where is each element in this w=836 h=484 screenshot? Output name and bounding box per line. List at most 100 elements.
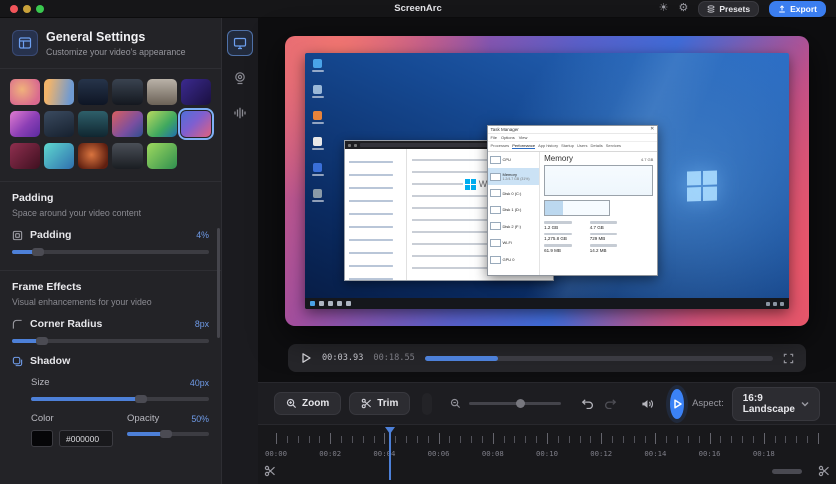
wallpaper-thumb-8[interactable] [44, 111, 74, 137]
trim-tool-button[interactable]: Trim [349, 392, 410, 415]
playhead[interactable] [389, 428, 391, 480]
wallpaper-thumb-13[interactable] [10, 143, 40, 169]
play-icon [671, 398, 683, 410]
padding-slider-thumb[interactable] [32, 248, 44, 256]
sidebar-scrollbar[interactable] [217, 228, 220, 338]
minimize-window-button[interactable] [23, 5, 31, 13]
padding-section-subtitle: Space around your video content [12, 208, 209, 218]
timeline-tick [590, 436, 591, 443]
video-frame-wallpaper[interactable]: Win Task Manager ✕ FileOptionsVie [285, 36, 809, 326]
desktop-icon [312, 163, 323, 176]
main-play-button[interactable] [670, 389, 684, 419]
timeline-tick [493, 433, 494, 444]
task-manager-panel: Memory 4.7 GB 1.2 GB4.7 GB1,275.8 GB729 … [540, 152, 657, 275]
timeline-tick [504, 436, 505, 443]
padding-slider[interactable] [12, 250, 209, 254]
wallpaper-thumb-10[interactable] [112, 111, 142, 137]
shadow-color-swatch[interactable] [31, 430, 53, 447]
shadow-size-slider-thumb[interactable] [135, 395, 147, 403]
task-manager-menubar: FileOptionsView [488, 134, 658, 142]
shadow-size-slider[interactable] [31, 397, 209, 401]
timeline-scroll-thumb[interactable] [772, 469, 802, 474]
task-manager-tab: Startup [561, 143, 574, 149]
wallpaper-thumb-1[interactable] [10, 79, 40, 105]
timeline-time-label: 00:14 [644, 449, 666, 458]
timeline-tick [482, 436, 483, 443]
aspect-ratio-dropdown[interactable]: 16:9 Landscape [732, 387, 820, 421]
timeline-tick [309, 436, 310, 443]
desktop-icon [312, 111, 323, 124]
memory-stat-label-bar [590, 244, 618, 247]
zoom-tool-button[interactable]: Zoom [274, 392, 341, 415]
timeline-time-label: 00:06 [428, 449, 450, 458]
desktop-icon [312, 189, 323, 202]
wallpaper-thumb-16[interactable] [112, 143, 142, 169]
mini-graph [490, 173, 501, 181]
rail-webcam-button[interactable] [227, 65, 253, 91]
wallpaper-thumb-4[interactable] [112, 79, 142, 105]
export-button[interactable]: Export [769, 1, 826, 17]
undo-icon[interactable] [581, 398, 594, 409]
trim-start-scissors-icon[interactable] [264, 465, 276, 477]
theme-sun-icon[interactable]: ☀ [659, 3, 669, 14]
trim-end-scissors-icon[interactable] [818, 465, 830, 477]
task-manager-item-text: CPU [503, 157, 511, 162]
timeline-tick [731, 436, 732, 443]
taskbar-icon [328, 301, 333, 306]
close-window-button[interactable] [10, 5, 18, 13]
fullscreen-icon[interactable] [783, 353, 794, 364]
timeline-tick [428, 436, 429, 443]
window-controls[interactable] [10, 5, 44, 13]
timeline-tick [406, 436, 407, 443]
presets-button[interactable]: Presets [698, 1, 759, 17]
wallpaper-thumb-14[interactable] [44, 143, 74, 169]
timeline-zoom-slider-thumb[interactable] [516, 399, 525, 408]
wallpaper-thumb-5[interactable] [147, 79, 177, 105]
wallpaper-thumb-3[interactable] [78, 79, 108, 105]
wallpaper-thumb-6[interactable] [181, 79, 211, 105]
corner-radius-slider-thumb[interactable] [36, 337, 48, 345]
timeline-tick [655, 433, 656, 444]
shadow-opacity-value: 50% [191, 414, 209, 424]
wallpaper-thumb-15[interactable] [78, 143, 108, 169]
wallpaper-thumb-2[interactable] [44, 79, 74, 105]
wallpaper-thumb-7[interactable] [10, 111, 40, 137]
task-manager-sidebar-item: CPU [488, 152, 540, 169]
shadow-opacity-slider[interactable] [127, 432, 209, 436]
task-manager-item-text: Memory1.2/4.7 GB (31%) [503, 172, 530, 181]
frame-effects-section: Frame Effects Visual enhancements for yo… [0, 271, 221, 447]
settings-gear-icon[interactable]: ⚙ [678, 3, 688, 14]
rail-audio-button[interactable] [227, 100, 253, 126]
maximize-window-button[interactable] [36, 5, 44, 13]
magnifier-plus-icon [286, 398, 297, 409]
wallpaper-thumb-9[interactable] [78, 111, 108, 137]
timeline-ruler[interactable]: 00:0000:0200:0400:0600:0800:1000:1200:14… [276, 425, 818, 463]
desktop-icons [312, 59, 323, 202]
redo-icon[interactable] [604, 398, 617, 409]
wallpaper-thumb-17[interactable] [147, 143, 177, 169]
timeline-tick [384, 433, 385, 444]
memory-usage-chart [544, 165, 653, 196]
shadow-opacity-slider-thumb[interactable] [160, 430, 172, 438]
timeline-tick [287, 436, 288, 443]
speaker-icon[interactable] [641, 398, 654, 410]
rail-display-settings-button[interactable] [227, 30, 253, 56]
seek-bar[interactable] [425, 356, 773, 361]
timeline-tick [547, 433, 548, 444]
timeline[interactable]: 00:0000:0200:0400:0600:0800:1000:1200:14… [258, 424, 836, 484]
wallpaper-thumb-11[interactable] [147, 111, 177, 137]
zoom-tool-label: Zoom [302, 398, 329, 409]
timeline-tick [666, 436, 667, 443]
wallpaper-thumb-12[interactable] [181, 111, 211, 137]
memory-stat-label-bar [544, 233, 572, 236]
preview-play-button[interactable] [300, 352, 312, 364]
memory-stat-value: 1.2 GB [544, 225, 584, 230]
corner-radius-slider[interactable] [12, 339, 209, 343]
timeline-zoom-slider[interactable] [469, 402, 561, 405]
task-manager-item-name: Wi-Fi [503, 240, 512, 245]
sidebar-title: General Settings [46, 30, 186, 44]
edit-toolbar: Zoom Trim [258, 382, 836, 424]
task-manager-item-name: CPU [503, 157, 511, 162]
timeline-tick [363, 436, 364, 443]
shadow-color-hex-input[interactable]: #000000 [59, 430, 113, 447]
